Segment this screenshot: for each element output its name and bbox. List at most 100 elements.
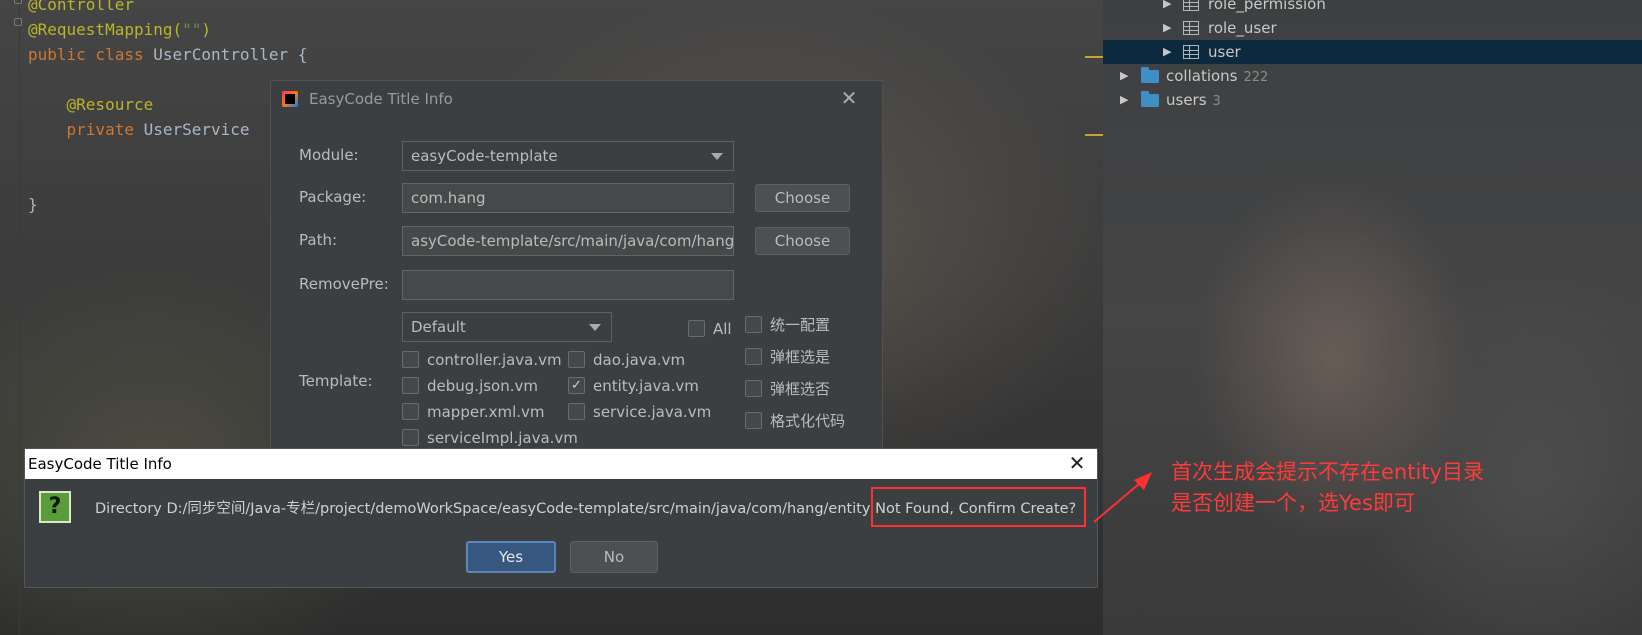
template-label: Template: — [299, 372, 373, 390]
path-label: Path: — [299, 231, 338, 249]
annotation-line-1: 首次生成会提示不存在entity目录 — [1171, 460, 1484, 484]
checkbox-box — [402, 429, 419, 446]
easycode-dialog: EasyCode Title Info ✕ Module: easyCode-t… — [270, 80, 883, 452]
chevron-down-icon — [711, 153, 723, 160]
code-token: @Resource — [28, 95, 154, 114]
code-line: @RequestMapping("") — [28, 18, 211, 42]
checkbox-box — [402, 351, 419, 368]
checkbox-box — [568, 351, 585, 368]
expand-arrow-icon[interactable]: ▶ — [1120, 88, 1128, 112]
fold-marker-icon[interactable] — [14, 0, 22, 4]
tree-item-collations[interactable]: ▶ collations 222 — [1103, 64, 1642, 88]
template-checkbox-label: controller.java.vm — [427, 351, 562, 369]
all-checkbox-label: All — [713, 320, 732, 338]
code-token: @Controller — [28, 0, 134, 14]
template-checkbox-label: entity.java.vm — [593, 377, 699, 395]
confirm-title-bar: EasyCode Title Info ✕ — [25, 449, 1097, 479]
code-line: private UserService — [28, 118, 250, 142]
tree-item-name: users — [1166, 91, 1207, 109]
tree-item-label: role_user — [1208, 16, 1277, 40]
template-checkbox-label: serviceImpl.java.vm — [427, 429, 578, 447]
path-input[interactable]: asyCode-template/src/main/java/com/hang — [402, 226, 734, 256]
checkbox-box — [402, 377, 419, 394]
confirm-title: EasyCode Title Info — [28, 455, 172, 473]
option-checkbox-label: 统一配置 — [770, 316, 831, 334]
chevron-down-icon — [589, 324, 601, 331]
template-checkbox-label: debug.json.vm — [427, 377, 538, 395]
tree-item-label: users 3 — [1166, 88, 1221, 114]
annotation-text: 首次生成会提示不存在entity目录 是否创建一个，选Yes即可 — [1171, 457, 1571, 519]
folder-icon — [1141, 67, 1159, 83]
annotation-line-2: 是否创建一个，选Yes即可 — [1171, 491, 1415, 515]
package-input-value: com.hang — [411, 189, 486, 207]
checkbox-box — [688, 320, 705, 337]
close-icon[interactable]: ✕ — [1066, 453, 1088, 475]
expand-arrow-icon[interactable]: ▶ — [1163, 0, 1171, 16]
scrollbar-marker[interactable] — [1085, 134, 1103, 136]
option-checkbox-label: 格式化代码 — [770, 412, 846, 430]
module-label: Module: — [299, 146, 359, 164]
code-token: UserController { — [153, 45, 308, 64]
tree-item-user[interactable]: ▶ user — [1103, 40, 1642, 64]
expand-arrow-icon[interactable]: ▶ — [1120, 64, 1128, 88]
code-line: } — [28, 193, 38, 217]
table-icon — [1183, 21, 1199, 35]
tree-item-label: user — [1208, 40, 1241, 64]
no-button[interactable]: No — [570, 541, 658, 573]
option-checkbox-label: 弹框选是 — [770, 348, 831, 366]
checkbox-box — [745, 412, 762, 429]
path-choose-button[interactable]: Choose — [755, 227, 850, 255]
folder-icon — [1141, 91, 1159, 107]
arrow-icon — [1093, 472, 1152, 523]
expand-arrow-icon[interactable]: ▶ — [1163, 40, 1171, 64]
tree-item-users[interactable]: ▶ users 3 — [1103, 88, 1642, 112]
code-token: @RequestMapping( — [28, 20, 183, 39]
tree-item-label: collations 222 — [1166, 64, 1268, 90]
code-token: "" — [182, 20, 202, 39]
table-icon — [1183, 45, 1199, 59]
tree-item-name: user — [1208, 43, 1241, 61]
checkbox-checked: ✓ — [568, 377, 585, 394]
checkbox-box — [402, 403, 419, 420]
package-choose-button[interactable]: Choose — [755, 184, 850, 212]
code-token: private — [28, 120, 144, 139]
database-panel: ▶ role_permission ▶ role_user ▶ user ▶ collatio… — [1103, 0, 1642, 635]
removepre-input[interactable] — [402, 270, 734, 300]
tree-item-name: role_user — [1208, 19, 1277, 37]
tree-item-count: 3 — [1212, 94, 1221, 109]
checkbox-box — [745, 316, 762, 333]
template-checkbox-label: service.java.vm — [593, 403, 712, 421]
removepre-label: RemovePre: — [299, 275, 389, 293]
module-select[interactable]: easyCode-template — [402, 141, 734, 171]
template-checkbox-label: mapper.xml.vm — [427, 403, 545, 421]
close-icon[interactable]: ✕ — [838, 88, 860, 110]
template-group-value: Default — [411, 318, 466, 336]
yes-button[interactable]: Yes — [466, 541, 556, 573]
question-icon: ? — [39, 491, 71, 523]
tree-item-name: role_permission — [1208, 0, 1326, 13]
template-group-select[interactable]: Default — [402, 312, 612, 342]
tree-item-role-permission[interactable]: ▶ role_permission — [1103, 0, 1642, 16]
table-icon — [1183, 0, 1199, 11]
code-line: @Controller — [28, 0, 134, 17]
editor-gutter — [0, 0, 22, 635]
code-token: public class — [28, 45, 154, 64]
dialog-title-bar: EasyCode Title Info ✕ — [271, 81, 882, 117]
fold-marker-icon[interactable] — [14, 18, 22, 26]
expand-arrow-icon[interactable]: ▶ — [1163, 16, 1171, 40]
intellij-icon — [282, 91, 298, 107]
code-token: ) — [201, 20, 212, 39]
package-input[interactable]: com.hang — [402, 183, 734, 213]
tree-item-role-user[interactable]: ▶ role_user — [1103, 16, 1642, 40]
path-input-value: asyCode-template/src/main/java/com/hang — [411, 232, 734, 250]
tree-item-count: 222 — [1243, 70, 1269, 85]
template-checkbox-label: dao.java.vm — [593, 351, 686, 369]
dialog-title: EasyCode Title Info — [309, 90, 453, 108]
tree-item-name: collations — [1166, 67, 1238, 85]
checkbox-box — [568, 403, 585, 420]
highlight-box — [871, 487, 1086, 527]
checkbox-box — [745, 348, 762, 365]
option-checkbox-label: 弹框选否 — [770, 380, 831, 398]
scrollbar-marker[interactable] — [1085, 56, 1103, 58]
tree-item-label: role_permission — [1208, 0, 1326, 16]
